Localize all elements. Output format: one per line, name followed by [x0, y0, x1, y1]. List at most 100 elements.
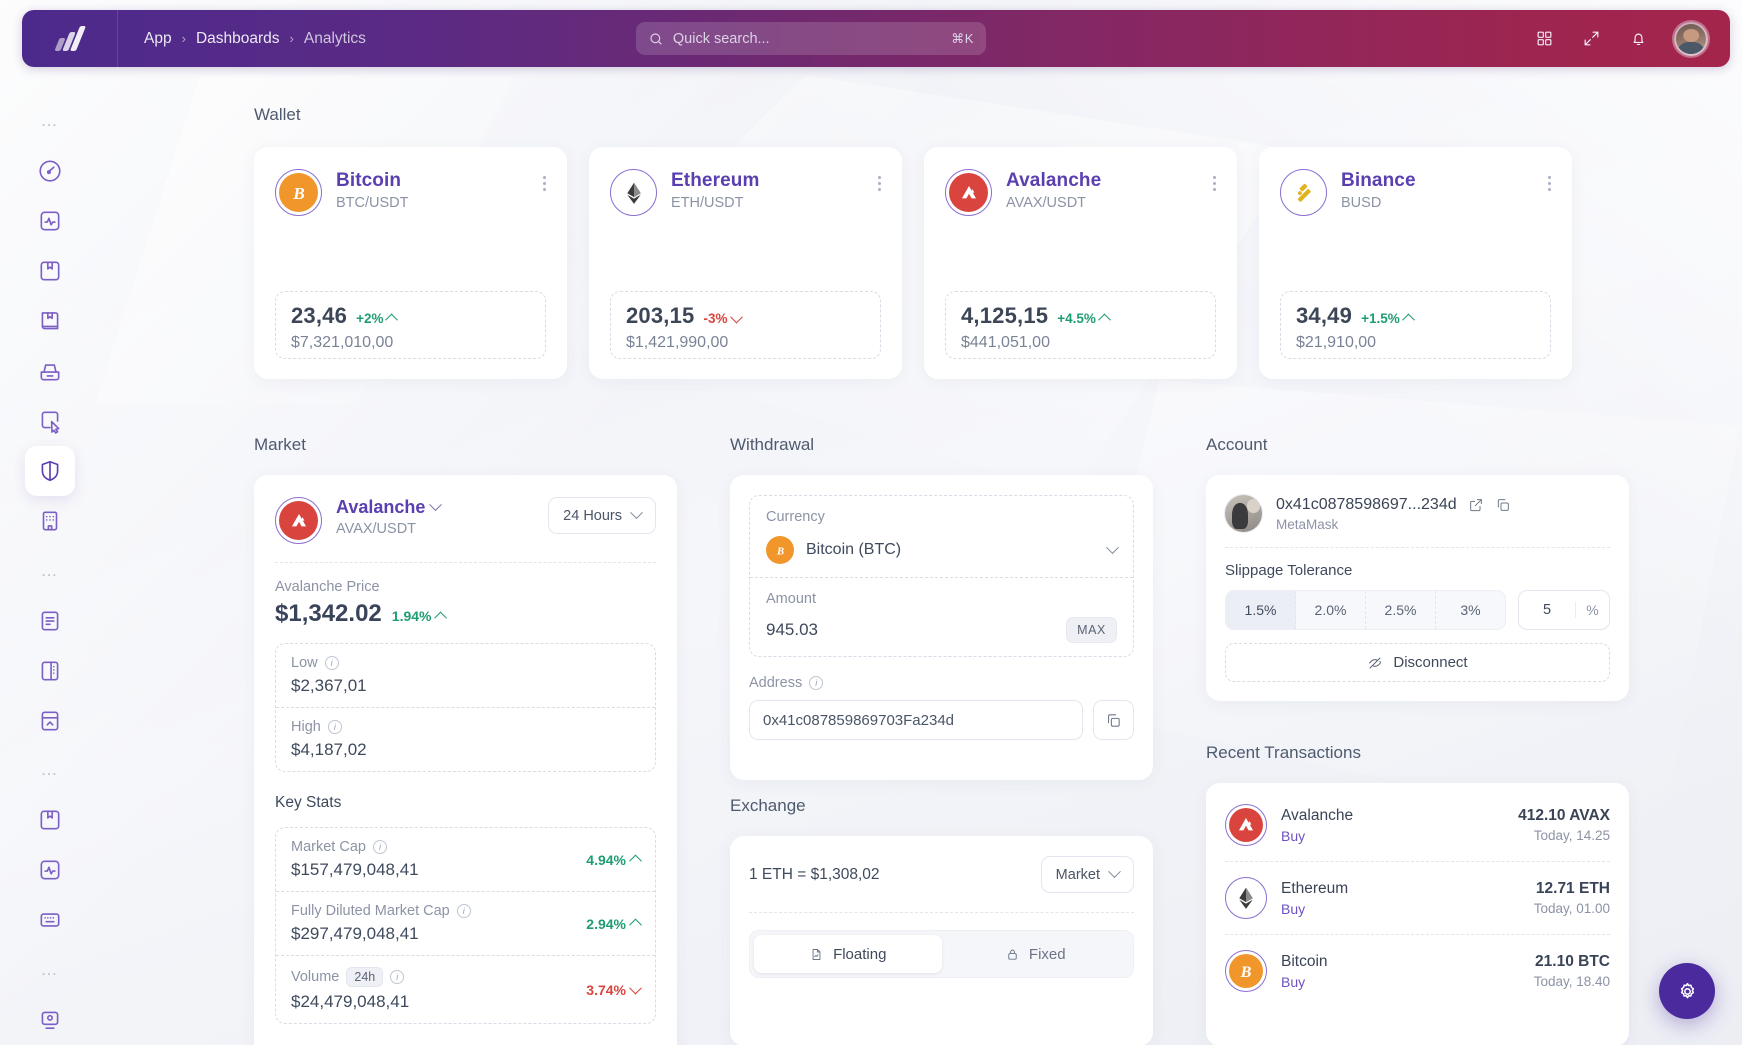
wallet-card-value: 34,49 — [1296, 303, 1353, 328]
transaction-action: Buy — [1281, 827, 1306, 844]
sidebar-item-archive-up[interactable] — [25, 696, 75, 746]
svg-text:B: B — [1240, 963, 1252, 981]
key-stats-box: Market Cap i $157,479,048,41 4.94% Fully… — [275, 827, 656, 1024]
sidebar-item-bookmark-box[interactable] — [25, 246, 75, 296]
wallet-card-ethereum[interactable]: Ethereum ETH/USDT 203,15 -3% $1,421,990,… — [589, 147, 902, 379]
more-options-icon[interactable] — [1548, 169, 1551, 191]
transaction-name: Ethereum — [1281, 879, 1349, 897]
bitcoin-icon: B — [279, 173, 318, 212]
app-logo[interactable] — [22, 10, 118, 67]
currency-field[interactable]: Currency B Bitcoin (BTC) — [750, 496, 1133, 577]
wallet-card-avalanche[interactable]: Avalanche AVAX/USDT 4,125,15 +4.5% $441,… — [924, 147, 1237, 379]
svg-text:B: B — [292, 183, 305, 202]
sidebar-item-gauge[interactable] — [25, 146, 75, 196]
divider — [1225, 547, 1610, 548]
breadcrumb-item-dashboards[interactable]: Dashboards — [196, 30, 280, 48]
info-icon[interactable]: i — [372, 840, 387, 854]
copy-address-button[interactable] — [1093, 700, 1134, 740]
info-icon[interactable]: i — [390, 970, 405, 984]
gear-icon — [1680, 982, 1694, 998]
amount-field[interactable]: Amount 945.03 MAX — [750, 577, 1133, 656]
bell-icon[interactable] — [1627, 28, 1649, 50]
market-range-selector[interactable]: 24 Hours — [548, 497, 656, 534]
market-low-value: $2,367,01 — [291, 676, 367, 695]
key-stats-title: Key Stats — [275, 794, 342, 811]
sidebar-item-book[interactable] — [25, 296, 75, 346]
key-stat-change: 3.74% — [586, 982, 642, 998]
chevron-down-icon — [1106, 540, 1119, 554]
divider — [749, 912, 1134, 913]
max-button[interactable]: MAX — [1066, 617, 1117, 643]
slippage-option-3[interactable]: 2.5% — [1366, 591, 1436, 629]
avatar[interactable] — [1674, 21, 1708, 56]
wallet-card-usd: $7,321,010,00 — [291, 334, 394, 351]
wallet-card-pair: BTC/USDT — [336, 195, 409, 211]
binance-icon — [1284, 173, 1323, 212]
account-address: 0x41c0878598697...234d — [1276, 495, 1457, 513]
wallet-card-change: -3% — [704, 310, 743, 326]
sidebar-item-activity[interactable] — [25, 196, 75, 246]
sidebar-item-cursor-select[interactable] — [25, 396, 75, 446]
market-price-change: 1.94% — [392, 608, 448, 624]
sidebar-item-keyboard[interactable] — [25, 895, 75, 945]
info-icon[interactable]: i — [809, 676, 824, 690]
address-input[interactable]: 0x41c087859869703Fa234d — [749, 700, 1083, 740]
wallet-card-usd: $21,910,00 — [1296, 334, 1377, 351]
sidebar-item-printer[interactable] — [25, 995, 75, 1045]
chart-doc-icon — [812, 948, 821, 960]
wallet-card-bitcoin[interactable]: B Bitcoin BTC/USDT 23,46 +2% $7,321,010,… — [254, 147, 567, 379]
wallet-card-binance[interactable]: Binance BUSD 34,49 +1.5% $21,910,00 — [1259, 147, 1572, 379]
slippage-custom-value: 5 — [1542, 602, 1552, 618]
info-icon[interactable]: i — [456, 904, 471, 918]
apps-grid-icon[interactable] — [1533, 28, 1555, 50]
sidebar-item-bookmark-box-2[interactable] — [25, 795, 75, 845]
sidebar-item-activity-2[interactable] — [25, 845, 75, 895]
breadcrumb-item-app[interactable]: App — [144, 30, 172, 48]
sidebar-group-dots: … — [40, 960, 60, 980]
key-stat-label: Market Cap — [291, 839, 366, 855]
tab-fixed[interactable]: Fixed — [942, 935, 1130, 973]
fullscreen-icon[interactable] — [1580, 28, 1602, 50]
table-row[interactable]: B Bitcoin Buy 21.10 BTC Today, 18.40 — [1225, 934, 1610, 1007]
sidebar-item-notebook[interactable] — [25, 646, 75, 696]
avalanche-icon — [949, 173, 988, 212]
tab-fixed-label: Fixed — [1028, 945, 1066, 963]
settings-fab-button[interactable] — [1659, 963, 1715, 1019]
slippage-custom-input[interactable]: 5 % — [1518, 590, 1610, 630]
arrow-up-icon — [385, 313, 399, 327]
table-row[interactable]: Ethereum Buy 12.71 ETH Today, 01.00 — [1225, 861, 1610, 934]
copy-icon[interactable] — [1495, 497, 1511, 513]
market-low-label: Low — [291, 655, 318, 671]
external-link-icon[interactable] — [1468, 497, 1484, 513]
sidebar-item-document[interactable] — [25, 596, 75, 646]
search-input[interactable]: Quick search... ⌘K — [635, 22, 986, 55]
wallet-card-figures: 34,49 +1.5% $21,910,00 — [1280, 291, 1551, 359]
more-options-icon[interactable] — [1213, 169, 1216, 191]
breadcrumb-item-analytics[interactable]: Analytics — [304, 30, 366, 48]
market-coin-selector[interactable]: Avalanche — [336, 497, 443, 518]
info-icon[interactable]: i — [327, 720, 342, 734]
sidebar-item-inbox[interactable] — [25, 346, 75, 396]
key-stat-label: Fully Diluted Market Cap — [291, 903, 450, 919]
slippage-option-2[interactable]: 2.0% — [1296, 591, 1366, 629]
sidebar-item-shield[interactable] — [25, 445, 75, 496]
exchange-mode-selector[interactable]: Market — [1040, 856, 1134, 893]
slippage-option-4[interactable]: 3% — [1436, 591, 1505, 629]
search-wrapper: Quick search... ⌘K — [635, 22, 986, 55]
key-stat-row: Fully Diluted Market Cap i $297,479,048,… — [276, 891, 655, 955]
chevron-down-icon — [630, 506, 643, 520]
more-options-icon[interactable] — [878, 169, 881, 191]
arrow-up-icon — [434, 611, 448, 624]
info-icon[interactable]: i — [324, 656, 339, 670]
tab-floating[interactable]: Floating — [754, 935, 942, 973]
transaction-time: Today, 14.25 — [1533, 828, 1610, 843]
disconnect-button[interactable]: Disconnect — [1225, 643, 1610, 682]
table-row[interactable]: Avalanche Buy 412.10 AVAX Today, 14.25 — [1225, 789, 1610, 861]
wallet-card-value: 203,15 — [626, 303, 695, 328]
sidebar-item-building[interactable] — [25, 496, 75, 546]
slippage-option-1[interactable]: 1.5% — [1226, 591, 1296, 629]
more-options-icon[interactable] — [543, 169, 546, 191]
sidebar-group-dots: … — [40, 110, 60, 130]
market-coin-name: Avalanche — [336, 497, 426, 517]
transaction-amount: 412.10 AVAX — [1518, 807, 1610, 824]
